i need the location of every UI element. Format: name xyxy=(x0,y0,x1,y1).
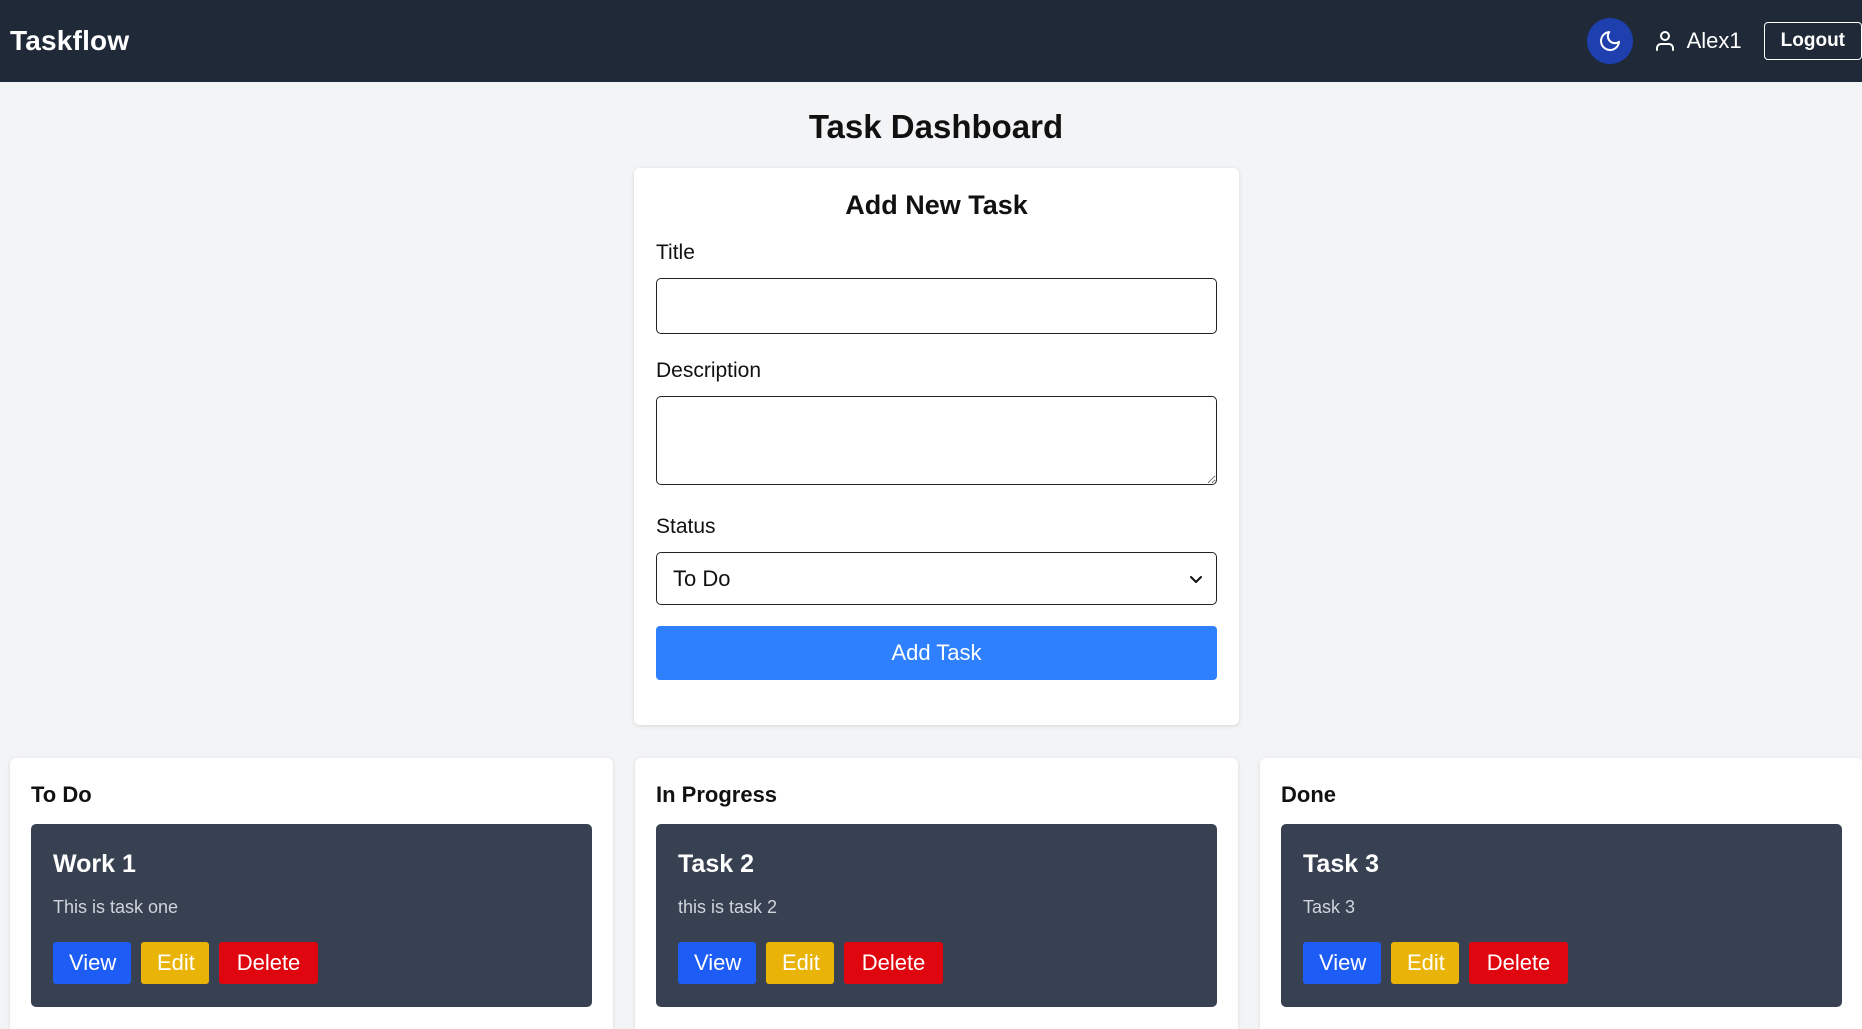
status-label: Status xyxy=(656,515,716,538)
column-title: To Do xyxy=(31,782,92,807)
edit-button[interactable]: Edit xyxy=(141,942,209,984)
delete-button[interactable]: Delete xyxy=(219,942,318,984)
theme-toggle-button[interactable] xyxy=(1586,18,1633,64)
description-label: Description xyxy=(656,359,762,382)
user-info: Alex1 xyxy=(1653,28,1742,54)
form-title: Add New Task xyxy=(845,190,1028,220)
task-title: Work 1 xyxy=(53,850,136,878)
task-actions: View Edit Delete xyxy=(53,942,570,984)
description-input[interactable] xyxy=(656,396,1217,485)
task-description: This is task one xyxy=(53,897,179,917)
add-task-form: Add New Task Title Description Status To… xyxy=(634,168,1239,725)
task-description: this is task 2 xyxy=(678,897,778,917)
add-task-button[interactable]: Add Task xyxy=(656,626,1217,680)
column-title: In Progress xyxy=(656,782,778,807)
view-button[interactable]: View xyxy=(53,942,131,984)
title-input[interactable] xyxy=(656,278,1217,334)
task-card: Task 3 Task 3 View Edit Delete xyxy=(1281,824,1842,1007)
brand-logo[interactable]: Taskflow xyxy=(10,25,129,57)
task-title: Task 2 xyxy=(678,850,754,878)
edit-button[interactable]: Edit xyxy=(766,942,834,984)
view-button[interactable]: View xyxy=(1303,942,1381,984)
edit-button[interactable]: Edit xyxy=(1391,942,1459,984)
moon-icon xyxy=(1598,29,1622,53)
page-title: Task Dashboard xyxy=(808,108,1064,145)
delete-button[interactable]: Delete xyxy=(1469,942,1568,984)
navbar: Taskflow Alex1 Logout xyxy=(0,0,1862,82)
column-in-progress: In Progress Task 2 this is task 2 View E… xyxy=(635,758,1238,1029)
task-card: Work 1 This is task one View Edit Delete xyxy=(31,824,592,1007)
status-select-value: To Do xyxy=(673,565,731,591)
logout-button[interactable]: Logout xyxy=(1763,22,1862,60)
task-actions: View Edit Delete xyxy=(1303,942,1820,984)
column-title: Done xyxy=(1281,782,1336,807)
view-button[interactable]: View xyxy=(678,942,756,984)
task-description: Task 3 xyxy=(1303,897,1356,917)
username: Alex1 xyxy=(1686,28,1742,53)
title-label: Title xyxy=(656,241,695,264)
status-select[interactable]: To Do xyxy=(656,552,1217,605)
user-icon xyxy=(1653,29,1677,53)
navbar-actions: Alex1 Logout xyxy=(1586,0,1862,82)
column-done: Done Task 3 Task 3 View Edit Delete xyxy=(1260,758,1862,1029)
task-title: Task 3 xyxy=(1303,850,1379,878)
chevron-down-icon xyxy=(1188,571,1204,587)
delete-button[interactable]: Delete xyxy=(844,942,943,984)
task-card: Task 2 this is task 2 View Edit Delete xyxy=(656,824,1217,1007)
column-to-do: To Do Work 1 This is task one View Edit … xyxy=(10,758,613,1029)
task-actions: View Edit Delete xyxy=(678,942,1195,984)
